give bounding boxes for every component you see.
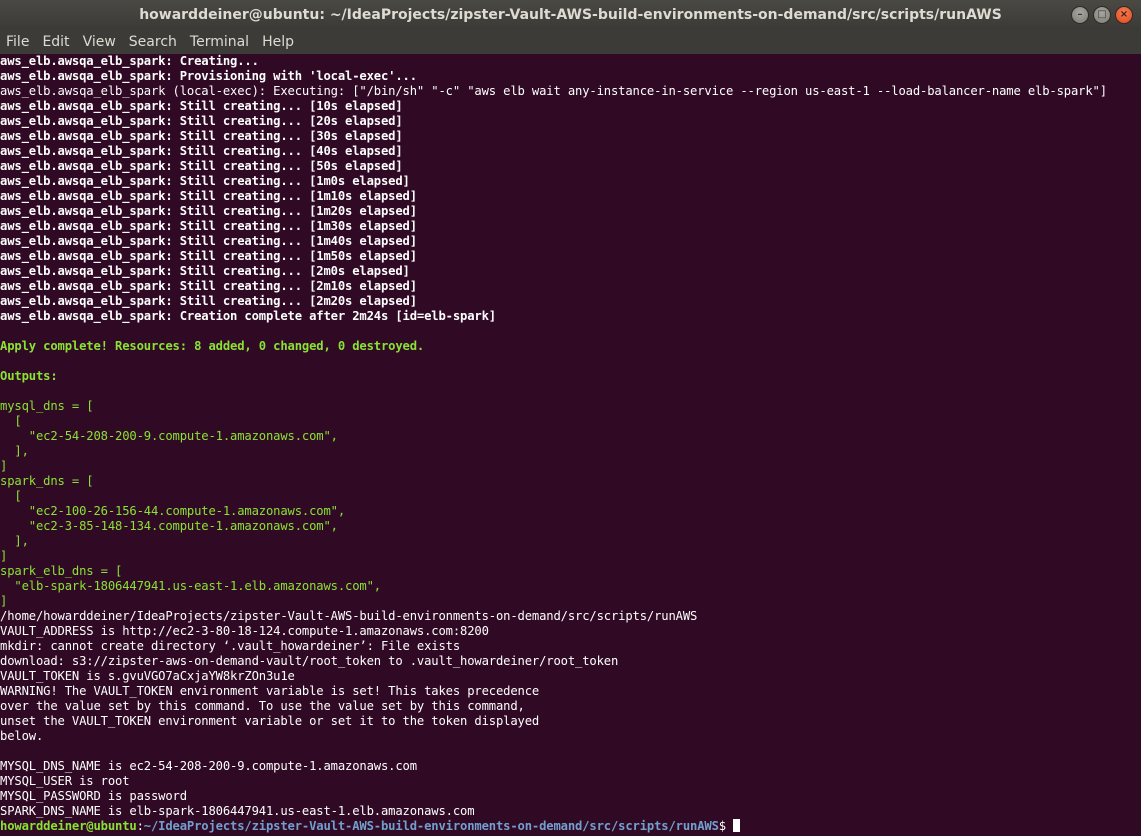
output-line: aws_elb.awsqa_elb_spark: Still creating.…	[0, 264, 410, 278]
output-line: ]	[0, 594, 8, 608]
output-line: spark_dns = [	[0, 474, 94, 488]
output-line: WARNING! The VAULT_TOKEN environment var…	[0, 684, 540, 698]
output-line: ],	[0, 444, 29, 458]
output-line: aws_elb.awsqa_elb_spark: Still creating.…	[0, 129, 403, 143]
output-line: "ec2-100-26-156-44.compute-1.amazonaws.c…	[0, 504, 345, 518]
output-line: aws_elb.awsqa_elb_spark: Still creating.…	[0, 204, 417, 218]
menu-terminal[interactable]: Terminal	[190, 34, 249, 50]
menu-help[interactable]: Help	[262, 34, 294, 50]
output-line: [	[0, 414, 22, 428]
output-line: ],	[0, 534, 29, 548]
prompt-separator: :	[136, 819, 144, 833]
output-line: aws_elb.awsqa_elb_spark: Still creating.…	[0, 114, 403, 128]
minimize-icon[interactable]: –	[1071, 6, 1089, 24]
output-line: mysql_dns = [	[0, 399, 94, 413]
output-line: Outputs:	[0, 369, 58, 383]
menu-bar: File Edit View Search Terminal Help	[0, 30, 1141, 54]
menu-search[interactable]: Search	[129, 34, 177, 50]
output-line: "ec2-54-208-200-9.compute-1.amazonaws.co…	[0, 429, 338, 443]
output-line: over the value set by this command. To u…	[0, 699, 525, 713]
maximize-icon[interactable]: □	[1093, 6, 1111, 24]
close-icon[interactable]: ×	[1115, 6, 1133, 24]
output-line: MYSQL_PASSWORD is password	[0, 789, 187, 803]
output-line: MYSQL_USER is root	[0, 774, 130, 788]
output-line: aws_elb.awsqa_elb_spark: Still creating.…	[0, 279, 417, 293]
prompt-user-host: howarddeiner@ubuntu	[0, 819, 137, 833]
output-line: download: s3://zipster-aws-on-demand-vau…	[0, 654, 619, 668]
output-line: unset the VAULT_TOKEN environment variab…	[0, 714, 540, 728]
output-line: SPARK_DNS_NAME is elb-spark-1806447941.u…	[0, 804, 475, 818]
output-line: aws_elb.awsqa_elb_spark: Still creating.…	[0, 159, 403, 173]
menu-view[interactable]: View	[83, 34, 116, 50]
output-line: ]	[0, 549, 8, 563]
window-controls: – □ ×	[1071, 6, 1133, 24]
output-line: aws_elb.awsqa_elb_spark: Provisioning wi…	[0, 69, 417, 83]
output-lines: aws_elb.awsqa_elb_spark: Creating... aws_…	[0, 54, 1141, 819]
output-line: aws_elb.awsqa_elb_spark: Creation comple…	[0, 309, 496, 323]
title-bar[interactable]: howarddeiner@ubuntu: ~/IdeaProjects/zips…	[0, 0, 1141, 30]
output-line: "ec2-3-85-148-134.compute-1.amazonaws.co…	[0, 519, 338, 533]
output-line: aws_elb.awsqa_elb_spark: Still creating.…	[0, 294, 417, 308]
output-line: aws_elb.awsqa_elb_spark (local-exec): Ex…	[0, 84, 1107, 98]
output-line: mkdir: cannot create directory ‘.vault_h…	[0, 639, 460, 653]
output-line: aws_elb.awsqa_elb_spark: Still creating.…	[0, 174, 410, 188]
output-line: [	[0, 489, 22, 503]
text-cursor	[733, 819, 741, 832]
terminal-output[interactable]: aws_elb.awsqa_elb_spark: Creating... aws_…	[0, 54, 1141, 836]
output-line: "elb-spark-1806447941.us-east-1.elb.amaz…	[0, 579, 381, 593]
window-title: howarddeiner@ubuntu: ~/IdeaProjects/zips…	[139, 7, 1002, 23]
prompt-line[interactable]: howarddeiner@ubuntu:~/IdeaProjects/zipst…	[0, 819, 1141, 834]
output-line: aws_elb.awsqa_elb_spark: Still creating.…	[0, 219, 417, 233]
output-line: aws_elb.awsqa_elb_spark: Still creating.…	[0, 189, 417, 203]
output-line: aws_elb.awsqa_elb_spark: Still creating.…	[0, 234, 417, 248]
output-line: aws_elb.awsqa_elb_spark: Creating...	[0, 54, 259, 68]
output-line: aws_elb.awsqa_elb_spark: Still creating.…	[0, 99, 403, 113]
output-line: ]	[0, 459, 8, 473]
output-line: /home/howarddeiner/IdeaProjects/zipster-…	[0, 609, 698, 623]
prompt-symbol: $	[718, 819, 734, 833]
menu-edit[interactable]: Edit	[42, 34, 69, 50]
output-line: VAULT_ADDRESS is http://ec2-3-80-18-124.…	[0, 624, 489, 638]
output-line: aws_elb.awsqa_elb_spark: Still creating.…	[0, 249, 417, 263]
output-line: below.	[0, 729, 44, 743]
output-line: MYSQL_DNS_NAME is ec2-54-208-200-9.compu…	[0, 759, 417, 773]
menu-file[interactable]: File	[6, 34, 29, 50]
output-line: Apply complete! Resources: 8 added, 0 ch…	[0, 339, 425, 353]
output-line: spark_elb_dns = [	[0, 564, 123, 578]
output-line: aws_elb.awsqa_elb_spark: Still creating.…	[0, 144, 403, 158]
output-line: VAULT_TOKEN is s.gvuVGO7aCxjaYW8krZOn3u1…	[0, 669, 295, 683]
prompt-path: ~/IdeaProjects/zipster-Vault-AWS-build-e…	[143, 819, 719, 833]
terminal-window: howarddeiner@ubuntu: ~/IdeaProjects/zips…	[0, 0, 1141, 836]
